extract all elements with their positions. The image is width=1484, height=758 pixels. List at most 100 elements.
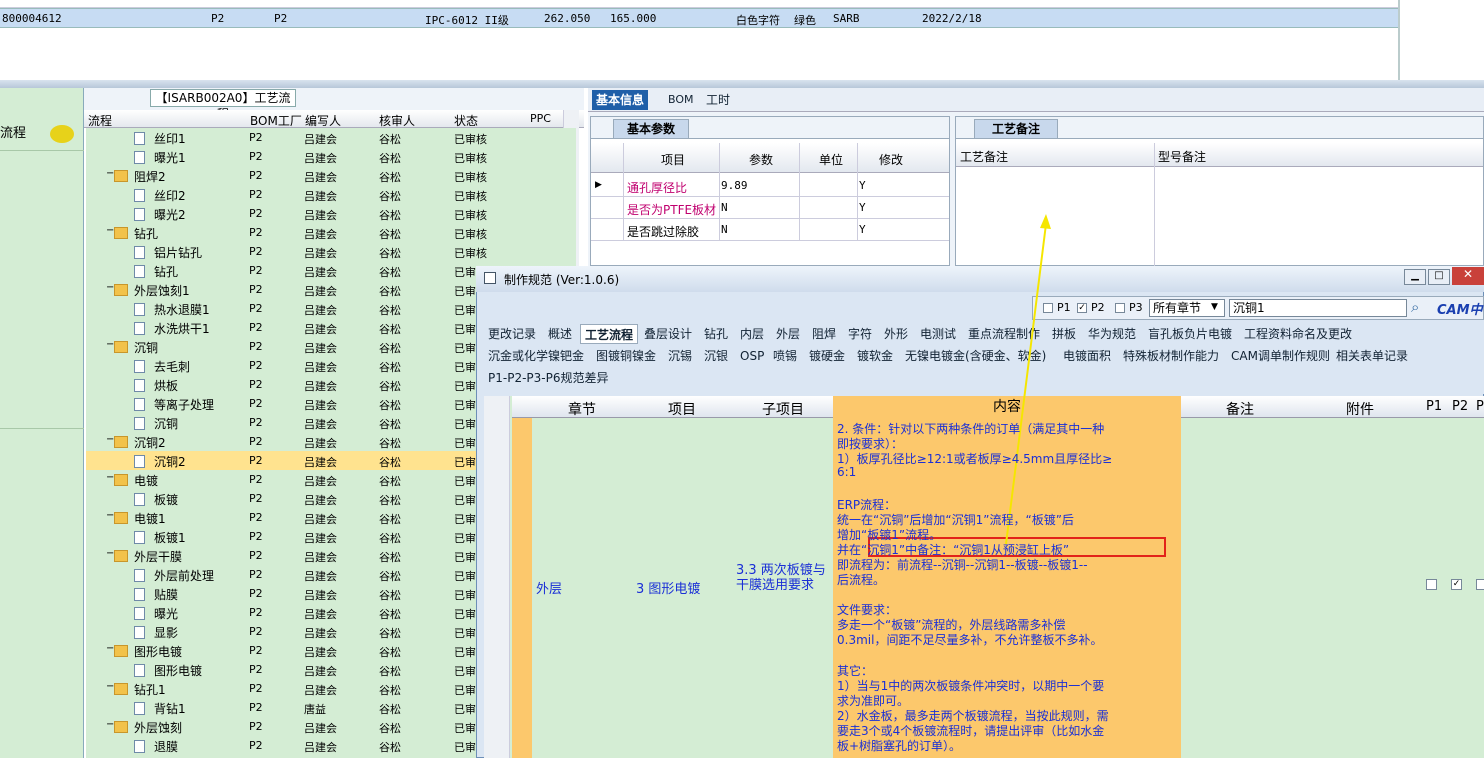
search-icon[interactable]: ⌕: [1411, 298, 1433, 318]
flow-row-writer: 吕建会: [304, 209, 337, 222]
grid-col-subitem[interactable]: 子项目: [762, 399, 804, 419]
flow-row-writer: 吕建会: [304, 532, 337, 545]
basic-col-mod: 修改: [879, 153, 904, 167]
flow-row-name: 沉铜: [134, 341, 159, 355]
tab-华为规范[interactable]: 华为规范: [1084, 324, 1140, 344]
row-p2-checkbox[interactable]: ✓: [1451, 579, 1462, 590]
flow-row[interactable]: 丝印2 P2 吕建会 谷松 已审核: [86, 185, 576, 204]
chevron-down-icon[interactable]: ▼: [1211, 302, 1218, 312]
close-icon[interactable]: ✕: [1452, 267, 1484, 285]
tab-字符[interactable]: 字符: [844, 324, 876, 344]
grid-col-p[interactable]: P: [1476, 399, 1484, 414]
flow-row-reviewer: 谷松: [379, 285, 401, 298]
remark-tab[interactable]: 工艺备注: [974, 119, 1058, 139]
grid-col-p1[interactable]: P1: [1426, 399, 1442, 414]
grid-col-item[interactable]: 项目: [668, 399, 696, 419]
col-bom[interactable]: BOM工厂: [250, 112, 302, 129]
comment-icon[interactable]: [50, 125, 74, 143]
flow-row-status: 已审: [454, 323, 476, 336]
tab-OSP[interactable]: OSP: [736, 346, 768, 366]
tab-CAM调单制作规则[interactable]: CAM调单制作规则: [1227, 346, 1334, 366]
minimize-icon[interactable]: ▁: [1404, 269, 1426, 285]
top-selected-row[interactable]: 800004612 P2 P2 IPC-6012 II级 262.050 165…: [0, 8, 1398, 28]
tab-P1-P2-P3-P6规范差异[interactable]: P1-P2-P3-P6规范差异: [484, 368, 612, 388]
flow-row[interactable]: 铝片钻孔 P2 吕建会 谷松 已审核: [86, 242, 576, 261]
col-ppc[interactable]: PPC: [530, 112, 551, 125]
flow-row[interactable]: 曝光2 P2 吕建会 谷松 已审核: [86, 204, 576, 223]
tab-沉金或化学镍钯金[interactable]: 沉金或化学镍钯金: [484, 346, 588, 366]
tab-沉锡[interactable]: 沉锡: [664, 346, 696, 366]
remark-divider: [1154, 143, 1155, 267]
basic-row-2[interactable]: 是否跳过除胶 N Y: [591, 219, 949, 241]
tab-沉银[interactable]: 沉银: [700, 346, 732, 366]
tab-阻焊[interactable]: 阻焊: [808, 324, 840, 344]
basic-row-1[interactable]: 是否为PTFE板材 N Y: [591, 197, 949, 219]
basic-params-tab[interactable]: 基本参数: [613, 119, 689, 139]
tab-内层[interactable]: 内层: [736, 324, 768, 344]
tab-外层[interactable]: 外层: [772, 324, 804, 344]
tab-盲孔板负片电镀[interactable]: 盲孔板负片电镀: [1144, 324, 1236, 344]
flow-row-status: 已审: [454, 475, 476, 488]
flow-row[interactable]: 丝印1 P2 吕建会 谷松 已审核: [86, 128, 576, 147]
tab-工艺流程[interactable]: 工艺流程: [580, 324, 639, 344]
row-item: 3 图形电镀: [636, 582, 701, 597]
col-status[interactable]: 状态: [454, 112, 478, 129]
p2-checkbox[interactable]: ✓: [1077, 303, 1087, 313]
basic-item-2: 是否跳过除胶: [627, 225, 700, 239]
row-p1-checkbox[interactable]: [1426, 579, 1437, 590]
basic-col-param: 参数: [749, 153, 774, 167]
flow-row-name: 丝印2: [154, 189, 186, 203]
flow-row-name: 丝印1: [154, 132, 186, 146]
maximize-icon[interactable]: □: [1428, 269, 1450, 285]
flow-row-name: 电镀1: [134, 512, 166, 526]
flow-row[interactable]: − 钻孔 P2 吕建会 谷松 已审核: [86, 223, 576, 242]
col-writer[interactable]: 编写人: [305, 112, 341, 129]
tab-bom[interactable]: BOM: [664, 90, 698, 110]
tab-叠层设计[interactable]: 叠层设计: [640, 324, 696, 344]
basic-grid-header: 项目 参数 单位 修改: [591, 143, 949, 173]
dialog-titlebar[interactable]: 制作规范 (Ver:1.0.6) ▁ □ ✕: [476, 266, 1484, 292]
grid-scrollbar[interactable]: [484, 396, 510, 758]
grid-col-p2[interactable]: P2: [1452, 399, 1468, 414]
tab-basic-info[interactable]: 基本信息: [592, 90, 649, 110]
flow-row-name: 图形电镀: [154, 664, 203, 678]
tab-更改记录[interactable]: 更改记录: [484, 324, 540, 344]
search-input[interactable]: 沉铜1: [1229, 299, 1407, 317]
tab-镀硬金[interactable]: 镀硬金: [805, 346, 849, 366]
grid-col-attach[interactable]: 附件: [1346, 399, 1374, 419]
folder-icon: [114, 721, 128, 733]
tab-电镀面积[interactable]: 电镀面积: [1059, 346, 1115, 366]
tab-钻孔[interactable]: 钻孔: [700, 324, 732, 344]
tab-镀软金[interactable]: 镀软金: [853, 346, 897, 366]
tab-概述[interactable]: 概述: [544, 324, 576, 344]
basic-val-0[interactable]: 9.89: [721, 179, 748, 192]
flow-row-name: 曝光1: [154, 151, 186, 165]
flow-row[interactable]: − 阻焊2 P2 吕建会 谷松 已审核: [86, 166, 576, 185]
grid-col-remark[interactable]: 备注: [1226, 399, 1254, 419]
flow-row-name: 外层蚀刻: [134, 721, 183, 735]
tab-图镀铜镍金[interactable]: 图镀铜镍金: [592, 346, 660, 366]
basic-val-2[interactable]: N: [721, 223, 728, 236]
col-name[interactable]: 流程: [88, 112, 112, 129]
splitter[interactable]: [0, 80, 1484, 88]
row-p-checkbox[interactable]: [1476, 579, 1484, 590]
tab-相关表单记录[interactable]: 相关表单记录: [1332, 346, 1412, 366]
tab-hours[interactable]: 工时: [702, 90, 734, 110]
p3-checkbox[interactable]: [1115, 303, 1125, 313]
col-reviewer[interactable]: 核审人: [379, 112, 415, 129]
flow-column-header: 流程 BOM工厂 编写人 核审人 状态 PPC: [84, 110, 584, 128]
tab-外形[interactable]: 外形: [880, 324, 912, 344]
tab-工程资料命名及更改[interactable]: 工程资料命名及更改: [1240, 324, 1356, 344]
grid-col-chapter[interactable]: 章节: [568, 399, 596, 419]
flow-row-writer: 吕建会: [304, 228, 337, 241]
flow-row-writer: 吕建会: [304, 342, 337, 355]
flow-title: 【ISARB002A0】工艺流程: [150, 89, 296, 121]
basic-val-1[interactable]: N: [721, 201, 728, 214]
tab-喷锡[interactable]: 喷锡: [769, 346, 801, 366]
flow-row-reviewer: 谷松: [379, 608, 401, 621]
flow-row-bom: P2: [249, 606, 263, 619]
tab-电测试[interactable]: 电测试: [916, 324, 960, 344]
basic-row-0[interactable]: ▶ 通孔厚径比 9.89 Y: [591, 175, 949, 197]
flow-row[interactable]: 曝光1 P2 吕建会 谷松 已审核: [86, 147, 576, 166]
tab-特殊板材制作能力[interactable]: 特殊板材制作能力: [1119, 346, 1223, 366]
